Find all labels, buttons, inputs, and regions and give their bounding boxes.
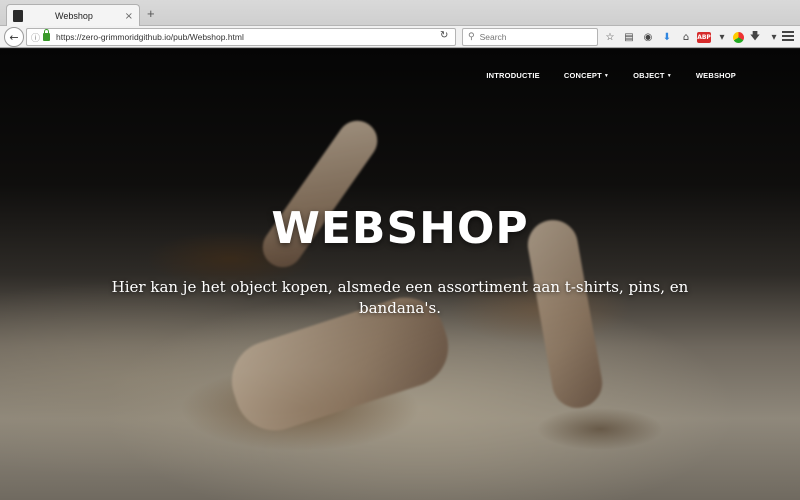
browser-toolbar: ← ⓘ https://zero-grimmoridgithub.io/pub/… (0, 26, 800, 48)
caret-down-icon: ▼ (603, 73, 610, 79)
new-tab-button[interactable]: + (147, 6, 155, 21)
lock-icon[interactable] (43, 29, 51, 41)
back-arrow-icon: ← (9, 30, 19, 44)
page-title: WEBSHOP (271, 203, 529, 254)
hamburger-menu-icon[interactable] (782, 30, 794, 42)
nav-label: WEBSHOP (695, 71, 736, 80)
hero-section: INTRODUCTIE CONCEPT ▼ OBJECT ▼ WEBSHOP WEB… (0, 49, 800, 500)
nav-label: OBJECT (633, 71, 665, 80)
nav-label: CONCEPT (563, 71, 602, 80)
nav-label: INTRODUCTIE (486, 71, 540, 80)
info-icon[interactable]: ⓘ (31, 31, 40, 44)
url-text[interactable]: https://zero-grimmoridgithub.io/pub/Webs… (56, 32, 451, 42)
reading-list-icon[interactable]: ▤ (621, 29, 637, 45)
dropdown-arrow-icon[interactable]: ▾ (714, 29, 730, 45)
site-navigation: INTRODUCTIE CONCEPT ▼ OBJECT ▼ WEBSHOP (462, 71, 736, 80)
search-input[interactable] (479, 32, 590, 42)
background-photo (0, 49, 800, 500)
home-icon[interactable]: ⌂ (678, 29, 694, 45)
downloads-arrow-icon[interactable]: 🡇 (747, 29, 763, 45)
reload-icon[interactable]: ↻ (440, 30, 448, 41)
page-favicon-icon (13, 10, 23, 22)
pocket-icon[interactable]: ◉ (640, 29, 656, 45)
tab-title: Webshop (55, 11, 93, 21)
search-bar[interactable]: ⚲ (462, 28, 598, 46)
bookmark-star-icon[interactable]: ☆ (602, 29, 618, 45)
nav-concept[interactable]: CONCEPT ▼ (564, 71, 609, 80)
nav-webshop[interactable]: WEBSHOP (696, 71, 736, 80)
search-icon: ⚲ (468, 32, 475, 42)
address-bar[interactable]: ⓘ https://zero-grimmoridgithub.io/pub/We… (26, 28, 456, 46)
tab-webshop[interactable]: Webshop × (6, 4, 140, 27)
overflow-chevron-icon[interactable]: ▾ (766, 29, 782, 45)
back-button[interactable]: ← (4, 27, 24, 47)
nav-introductie[interactable]: INTRODUCTIE (486, 71, 539, 80)
toolbar-icons: ☆ ▤ ◉ ⬇ ⌂ ABP ▾ 🡇 ▾ (602, 29, 785, 45)
adblock-icon[interactable]: ABP (697, 31, 711, 43)
close-tab-icon[interactable]: × (125, 11, 133, 22)
caret-down-icon: ▼ (666, 73, 672, 79)
tab-strip: Webshop × + (0, 0, 800, 27)
page-subtitle: Hier kan je het object kopen, alsmede ee… (111, 278, 689, 317)
extension-icon[interactable] (733, 31, 744, 43)
download-icon[interactable]: ⬇ (659, 29, 675, 45)
nav-object[interactable]: OBJECT ▼ (633, 71, 672, 80)
